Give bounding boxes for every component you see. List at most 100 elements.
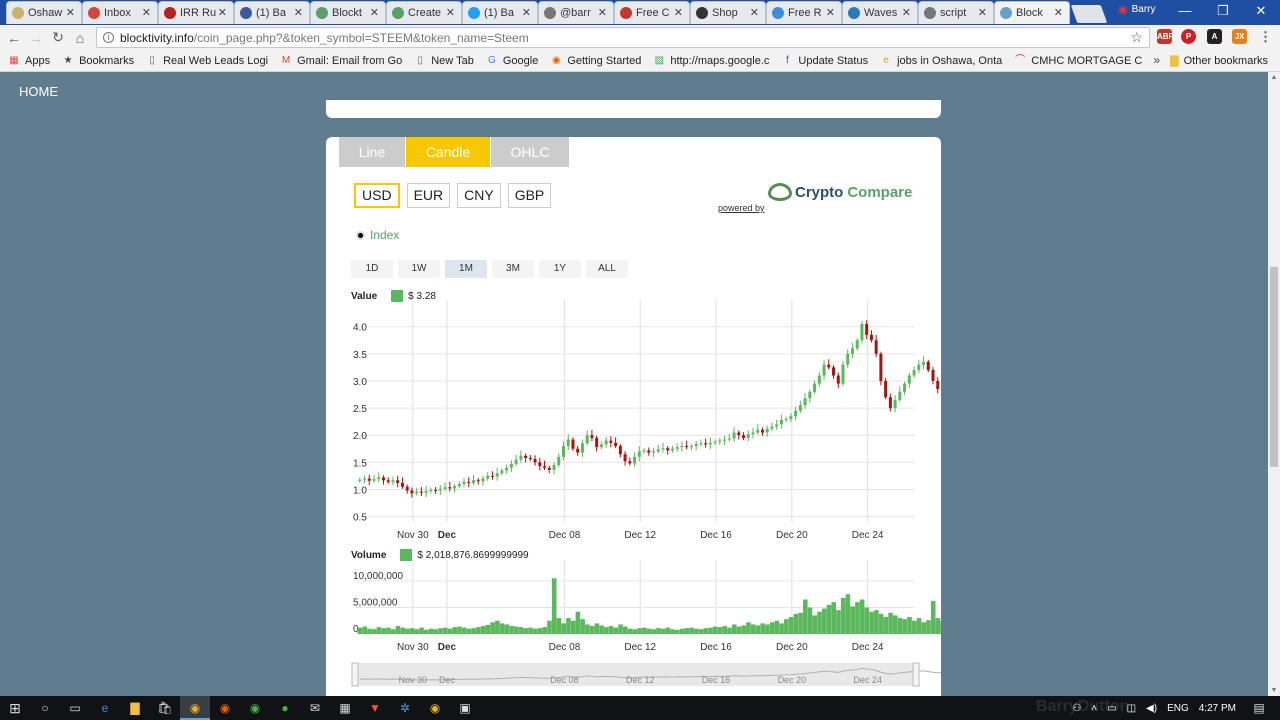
volume-bar bbox=[750, 624, 756, 634]
bookmark-item[interactable]: G Google bbox=[486, 55, 538, 67]
bookmark-item[interactable]: ▧ http://maps.google.c bbox=[653, 55, 770, 67]
info-icon[interactable]: i bbox=[103, 32, 114, 43]
new-tab-button[interactable] bbox=[1070, 5, 1108, 23]
url-path: /coin_page.php?&token_symbol=STEEM&token… bbox=[193, 30, 529, 45]
edge-icon[interactable]: e bbox=[90, 696, 120, 720]
extension-jx-icon[interactable]: JX bbox=[1232, 29, 1247, 44]
chrome-icon[interactable]: ◉ bbox=[180, 696, 210, 720]
mail-icon[interactable]: ✉ bbox=[300, 696, 330, 720]
tab-close-icon[interactable]: ✕ bbox=[142, 6, 151, 19]
volume-bar bbox=[840, 597, 846, 634]
restore-icon[interactable]: ❐ bbox=[1204, 0, 1242, 24]
tab-close-icon[interactable]: ✕ bbox=[66, 6, 75, 19]
navigator-right-handle[interactable] bbox=[912, 662, 920, 687]
photos-icon[interactable]: ▣ bbox=[450, 696, 480, 720]
candle-body bbox=[561, 446, 565, 457]
tab-close-icon[interactable]: ✕ bbox=[370, 6, 379, 19]
bookmark-item[interactable]: ⌒ CMHC MORTGAGE C bbox=[1014, 55, 1142, 67]
pinterest-icon[interactable]: P bbox=[1181, 29, 1196, 44]
firefox-icon[interactable]: ◉ bbox=[210, 696, 240, 720]
home-icon[interactable]: ⌂ bbox=[69, 30, 91, 46]
chrome-canary-icon[interactable]: ◉ bbox=[420, 696, 450, 720]
volume-bar bbox=[883, 617, 889, 634]
browser-tab[interactable]: Inbox ✕ bbox=[82, 1, 158, 24]
volume-icon[interactable]: ◀) bbox=[1146, 703, 1157, 714]
browser-tab[interactable]: Free C ✕ bbox=[614, 1, 690, 24]
back-icon[interactable]: ← bbox=[3, 30, 25, 46]
search-icon[interactable]: ○ bbox=[30, 696, 60, 720]
tab-close-icon[interactable]: ✕ bbox=[294, 6, 303, 19]
store-icon[interactable]: 🛍 bbox=[150, 696, 180, 720]
calculator-icon[interactable]: ▦ bbox=[330, 696, 360, 720]
candle-body bbox=[760, 429, 764, 433]
chrome-alt-icon[interactable]: ◉ bbox=[240, 696, 270, 720]
bookmarks-overflow-icon[interactable]: » bbox=[1153, 53, 1160, 67]
language-indicator[interactable]: ENG bbox=[1167, 703, 1189, 714]
task-view-icon[interactable]: ▭ bbox=[60, 696, 90, 720]
reload-icon[interactable]: ↻ bbox=[47, 29, 69, 46]
browser-tab[interactable]: @barr ✕ bbox=[538, 1, 614, 24]
navigator-left-handle[interactable] bbox=[351, 662, 359, 687]
scroll-up-icon[interactable]: ▲ bbox=[1268, 74, 1280, 81]
volume-bar bbox=[490, 622, 495, 634]
browser-tab[interactable]: Oshaw ✕ bbox=[6, 1, 82, 24]
file-explorer-icon[interactable]: ▇ bbox=[120, 696, 150, 720]
network-icon[interactable]: ◫ bbox=[1127, 703, 1136, 714]
bookmark-item[interactable]: M Gmail: Email from Go bbox=[280, 55, 402, 67]
tab-close-icon[interactable]: ✕ bbox=[750, 6, 759, 19]
tab-close-icon[interactable]: ✕ bbox=[826, 6, 835, 19]
forward-icon[interactable]: → bbox=[25, 30, 47, 46]
scroll-down-icon[interactable]: ▼ bbox=[1268, 687, 1280, 694]
browser-tab[interactable]: (1) Ba ✕ bbox=[234, 1, 310, 24]
scrollbar-thumb[interactable] bbox=[1270, 267, 1278, 467]
adblock-icon[interactable]: ABP bbox=[1157, 29, 1174, 44]
browser-tab[interactable]: Free R ✕ bbox=[766, 1, 842, 24]
bookmark-item[interactable]: f Update Status bbox=[781, 55, 868, 67]
tab-close-icon[interactable]: ✕ bbox=[674, 6, 683, 19]
browser-tab[interactable]: Create ✕ bbox=[386, 1, 462, 24]
brave-icon[interactable]: ▼ bbox=[360, 696, 390, 720]
price-chart[interactable]: 0.5 1.0 1.5 2.0 2.5 3.0 3.5 4.0 Nov 30 Dec Dec 08 D… bbox=[326, 137, 941, 696]
app-icon[interactable]: ✲ bbox=[390, 696, 420, 720]
tab-close-icon[interactable]: ✕ bbox=[902, 6, 911, 19]
volume-bar bbox=[902, 619, 908, 634]
windows-start-icon[interactable]: ⊞ bbox=[0, 696, 30, 720]
clock[interactable]: 4:27 PM bbox=[1199, 703, 1236, 714]
bookmark-star-icon[interactable]: ☆ bbox=[1130, 29, 1143, 46]
globe-icon[interactable]: ● bbox=[270, 696, 300, 720]
minimize-icon[interactable]: — bbox=[1166, 0, 1204, 24]
tray-chevron-icon[interactable]: ˄ bbox=[1091, 703, 1097, 714]
browser-tab[interactable]: (1) Ba ✕ bbox=[462, 1, 538, 24]
browser-tab[interactable]: Block ✕ bbox=[994, 1, 1070, 24]
bookmark-item[interactable]: ★ Bookmarks bbox=[62, 55, 135, 67]
volume-bar bbox=[935, 618, 941, 634]
bookmark-item[interactable]: ▯ New Tab bbox=[414, 55, 473, 67]
profile-button[interactable]: ◉ Barry bbox=[1118, 3, 1156, 16]
bookmark-item[interactable]: ◉ Getting Started bbox=[550, 55, 641, 67]
tab-close-icon[interactable]: ✕ bbox=[1054, 6, 1063, 19]
notifications-icon[interactable]: ▤ bbox=[1244, 696, 1274, 720]
bookmark-item[interactable]: ▦ Apps bbox=[8, 55, 50, 67]
browser-tab[interactable]: Blockt ✕ bbox=[310, 1, 386, 24]
other-bookmarks[interactable]: ▇ Other bookmarks bbox=[1170, 54, 1268, 68]
tab-close-icon[interactable]: ✕ bbox=[522, 6, 531, 19]
people-icon[interactable]: ⚇ bbox=[1072, 703, 1081, 714]
browser-tab[interactable]: IRR Ru ✕ bbox=[158, 1, 234, 24]
bookmark-item[interactable]: ▯ Real Web Leads Logi bbox=[146, 55, 268, 67]
nav-home-link[interactable]: HOME bbox=[19, 84, 58, 99]
browser-tab[interactable]: Waves ✕ bbox=[842, 1, 918, 24]
battery-icon[interactable]: ▭ bbox=[1107, 703, 1116, 714]
bookmark-item[interactable]: e jobs in Oshawa, Onta bbox=[880, 55, 1002, 67]
extension-icon[interactable]: A bbox=[1207, 29, 1222, 44]
browser-tab[interactable]: script ✕ bbox=[918, 1, 994, 24]
volume-bar bbox=[551, 578, 557, 634]
browser-tab[interactable]: Shop ✕ bbox=[690, 1, 766, 24]
tab-close-icon[interactable]: ✕ bbox=[978, 6, 987, 19]
address-bar[interactable]: i blocktivity.info/coin_page.php?&token_… bbox=[96, 27, 1150, 48]
tab-close-icon[interactable]: ✕ bbox=[218, 6, 227, 19]
tab-close-icon[interactable]: ✕ bbox=[598, 6, 607, 19]
close-window-icon[interactable]: ✕ bbox=[1242, 0, 1280, 24]
menu-icon[interactable]: ⋮ bbox=[1258, 29, 1273, 44]
tab-close-icon[interactable]: ✕ bbox=[446, 6, 455, 19]
page-scrollbar[interactable]: ▲ ▼ bbox=[1268, 72, 1280, 696]
